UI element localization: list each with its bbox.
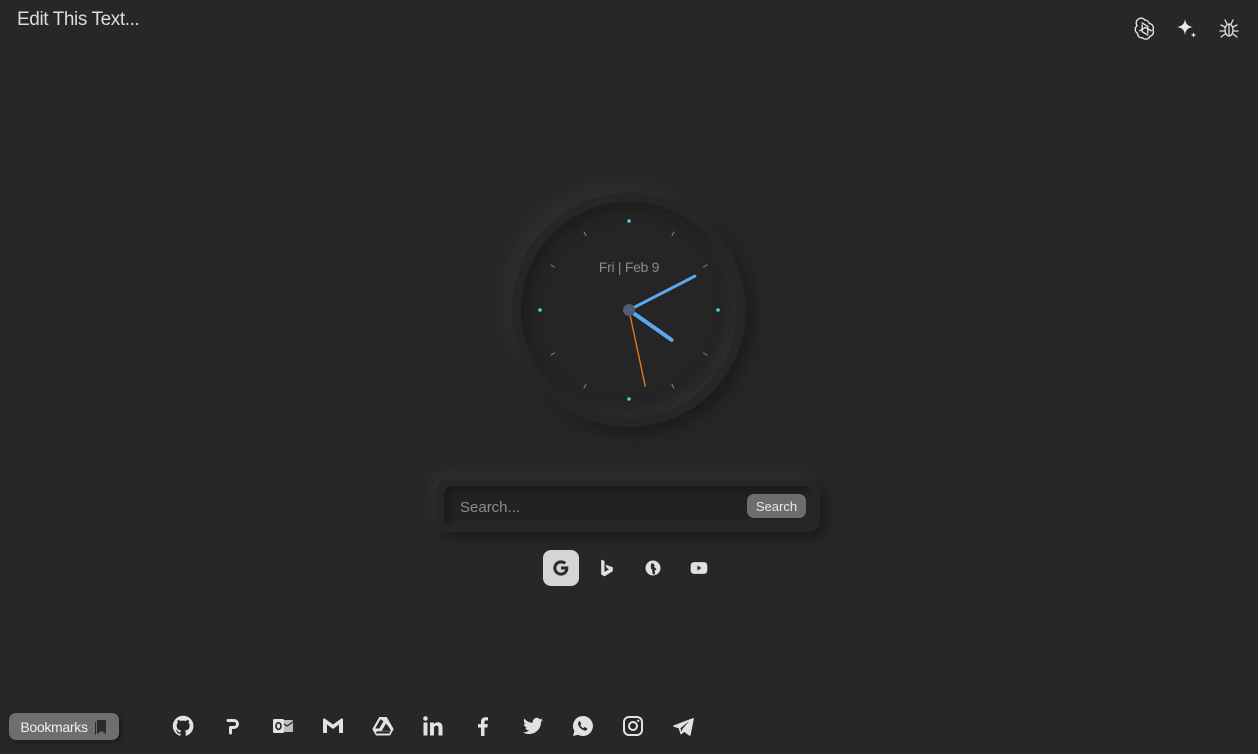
minute-hand [627,274,697,312]
clock-dial [538,219,720,401]
hour-marker [627,219,631,223]
twitter-icon [523,717,543,735]
outlook-icon [273,719,294,733]
minute-tick [550,352,556,356]
hour-hand [627,308,674,342]
instagram-icon [623,716,643,736]
shortcut-whatsapp[interactable] [558,712,608,740]
minute-tick [671,383,675,389]
engine-bing[interactable] [589,550,625,586]
chatgpt-icon[interactable] [1132,16,1158,42]
bug-icon[interactable] [1216,16,1242,42]
search-input[interactable] [458,486,742,528]
search-bar: Search [436,480,820,532]
bookmark-shortcuts-bar [158,712,708,740]
shortcut-instagram[interactable] [608,712,658,740]
hour-marker [627,397,631,401]
telegram-icon [673,718,694,736]
clock-center-dot [626,307,632,313]
bookmarks-label: Bookmarks [20,718,88,735]
bing-icon [601,559,613,577]
hour-marker [716,308,720,312]
engine-google[interactable] [543,550,579,586]
new-tab-page: Edit This Text... Fri | Feb 9 Search... … [0,0,1258,754]
minute-tick [583,231,587,237]
minute-tick [702,352,708,356]
duckduckgo-icon [645,560,661,576]
shortcut-linkedin[interactable] [408,712,458,740]
engine-youtube[interactable] [681,550,717,586]
top-right-toolbar [1132,16,1242,42]
bookmarks-button[interactable]: Bookmarks [9,713,119,740]
minute-tick [550,264,556,268]
google-drive-icon [372,717,394,736]
whatsapp-icon [573,716,593,736]
facebook-icon [478,717,488,736]
google-icon [553,560,569,576]
search-field-well: Search [444,486,812,528]
linkedin-icon [423,716,443,736]
analog-clock: Fri | Feb 9 [512,193,746,427]
minute-tick [671,231,675,237]
shortcut-twitter[interactable] [508,712,558,740]
editable-title-text[interactable]: Edit This Text... [17,9,140,31]
youtube-icon [690,562,708,574]
producthunt-icon [226,719,239,735]
gmail-icon [323,718,343,733]
hour-marker [538,308,542,312]
engine-duckduckgo[interactable] [635,550,671,586]
shortcut-telegram[interactable] [658,712,708,740]
shortcut-producthunt[interactable] [208,712,258,740]
search-engine-selector [543,550,717,586]
search-button[interactable]: Search [747,494,806,518]
shortcut-outlook[interactable] [258,712,308,740]
gemini-sparkle-icon[interactable] [1174,16,1200,42]
shortcut-google-drive[interactable] [358,712,408,740]
github-icon [172,715,194,736]
bookmark-icon [94,719,106,735]
minute-tick [702,264,708,268]
minute-tick [583,383,587,389]
shortcut-facebook[interactable] [458,712,508,740]
shortcut-gmail[interactable] [308,712,358,740]
shortcut-github[interactable] [158,712,208,740]
